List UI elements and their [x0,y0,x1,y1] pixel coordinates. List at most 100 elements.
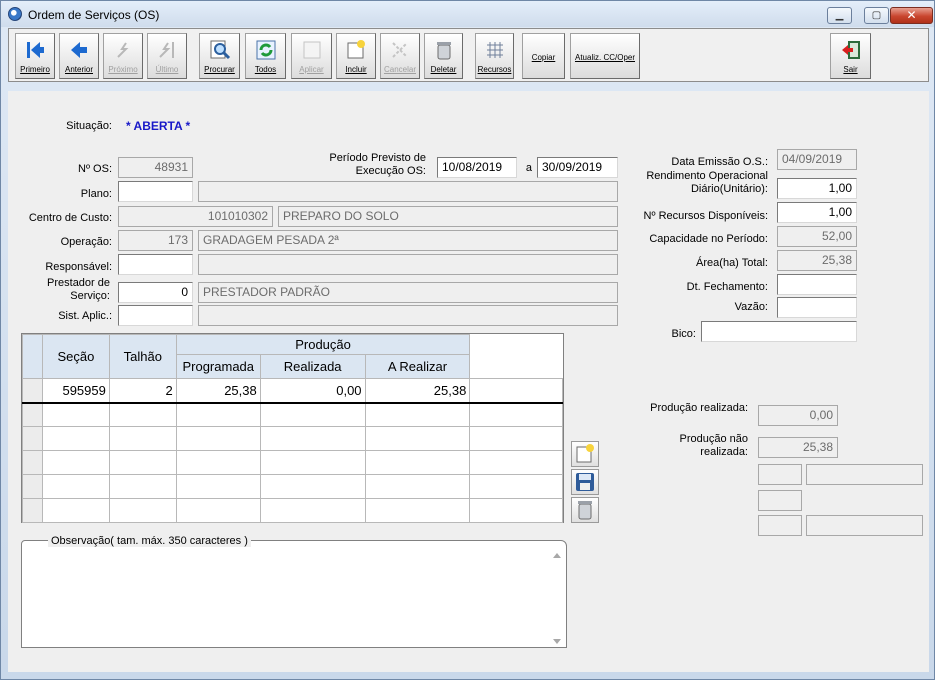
period-capacity-label: Capacidade no Período: [649,233,768,245]
delete-button[interactable]: Deletar [424,33,463,79]
cost-center-description-field: PREPARO DO SOLO [278,206,618,227]
responsible-label: Responsável: [45,261,112,273]
total-area-field: 25,38 [777,250,857,271]
empty-row[interactable] [22,426,563,451]
refresh-icon [256,40,275,60]
first-button[interactable]: Primeiro [15,33,55,79]
operation-code-field: 173 [118,230,193,251]
period-start-field[interactable]: 10/08/2019 [437,157,517,178]
flow-label: Vazão: [734,301,768,313]
nozzle-field[interactable] [701,321,857,342]
next-icon [117,42,129,58]
cancel-icon [392,42,408,58]
closing-date-field[interactable] [777,274,857,295]
period-end-field[interactable]: 30/09/2019 [537,157,618,178]
app-icon [8,7,22,21]
exit-button[interactable]: Sair [830,33,871,79]
application-system-label: Sist. Aplic.: [58,310,112,322]
table-row[interactable]: 595959 2 25,38 0,00 25,38 [22,378,563,403]
row-todo[interactable]: 25,38 [364,378,471,403]
period-separator: a [525,162,532,174]
notes-group: Observação( tam. máx. 350 caracteres ) [21,535,567,648]
window-title: Ordem de Serviços (OS) [28,8,160,22]
nozzle-label: Bico: [671,328,696,340]
status-value: * ABERTA * [126,119,191,133]
update-cc-oper-button[interactable]: Atualiz. CC/Oper [570,33,640,79]
search-button[interactable]: Procurar [199,33,240,79]
os-number-field: 48931 [118,157,193,178]
planned-header[interactable]: Programada [175,354,261,379]
extra-field-1 [758,464,802,485]
add-row-button[interactable] [571,441,599,467]
notes-scrollbar[interactable] [550,550,564,647]
todo-header[interactable]: A Realizar [364,354,471,379]
add-button[interactable]: Incluir [336,33,376,79]
empty-row[interactable] [22,450,563,475]
delete-row-button[interactable] [571,497,599,523]
first-icon [27,42,44,58]
done-header[interactable]: Realizada [259,354,366,379]
row-planned[interactable]: 25,38 [175,378,261,403]
all-button[interactable]: Todos [245,33,286,79]
total-area-label: Área(ha) Total: [696,257,768,269]
prev-button[interactable]: Anterior [59,33,99,79]
exit-door-icon [841,41,860,59]
yield-label: Rendimento Operacional Diário(Unitário): [646,170,768,195]
last-button[interactable]: Último [147,33,187,79]
maximize-button[interactable]: ▢ [864,7,889,24]
extra-field-2 [806,464,923,485]
sections-grid[interactable]: Seção Talhão Produção Programada Realiza… [21,333,564,523]
os-label: Nº OS: [78,163,112,175]
next-button[interactable]: Próximo [103,33,143,79]
yield-field[interactable]: 1,00 [777,178,857,199]
resources-available-field[interactable]: 1,00 [777,202,857,223]
operation-label: Operação: [60,236,112,248]
production-done-label: Produção realizada: [650,402,748,414]
trash-icon [436,42,451,60]
resources-available-label: Nº Recursos Disponíveis: [643,210,768,222]
apply-button[interactable]: Aplicar [291,33,332,79]
flow-field[interactable] [777,297,857,318]
prev-icon [71,42,87,58]
row-plot[interactable]: 2 [108,378,177,403]
new-row-icon [576,444,594,463]
provider-label: Prestador de Serviço: [47,277,110,302]
empty-row[interactable] [22,402,563,427]
plot-header[interactable]: Talhão [108,334,177,379]
issue-date-label: Data Emissão O.S.: [671,156,768,168]
new-document-icon [347,40,365,59]
cost-center-code-field: 101010302 [118,206,273,227]
closing-date-label: Dt. Fechamento: [686,281,768,293]
plan-code-field[interactable] [118,181,193,202]
application-system-description-field [198,305,618,326]
period-label: Período Previsto de Execução OS: [329,152,426,177]
copy-button[interactable]: Copiar [522,33,565,79]
production-pending-label: Produção não realizada: [679,433,749,458]
row-indicator-header [22,334,43,379]
production-done-field: 0,00 [758,405,838,426]
grid-icon [486,42,503,58]
provider-code-field[interactable]: 0 [118,282,193,303]
production-pending-field: 25,38 [758,437,838,458]
minimize-button[interactable]: ▁ [827,7,852,24]
save-icon [576,473,594,491]
row-section[interactable]: 595959 [41,378,110,403]
last-icon [159,42,174,58]
status-label: Situação: [66,120,112,132]
sections-table: Seção Talhão Produção Programada Realiza… [22,334,563,523]
title-bar: Ordem de Serviços (OS) ▁ ▢ ✕ [1,1,934,27]
plan-description-field [198,181,618,202]
section-header[interactable]: Seção [41,334,110,379]
cancel-button[interactable]: Cancelar [380,33,420,79]
application-system-code-field[interactable] [118,305,193,326]
extra-field-5 [806,515,923,536]
issue-date-field: 04/09/2019 [777,149,857,170]
empty-row[interactable] [22,474,563,499]
empty-row[interactable] [22,498,563,523]
notes-textarea[interactable] [24,550,548,645]
row-done[interactable]: 0,00 [259,378,366,403]
resources-button[interactable]: Recursos [475,33,514,79]
close-button[interactable]: ✕ [890,7,933,24]
responsible-code-field[interactable] [118,254,193,275]
save-row-button[interactable] [571,469,599,495]
